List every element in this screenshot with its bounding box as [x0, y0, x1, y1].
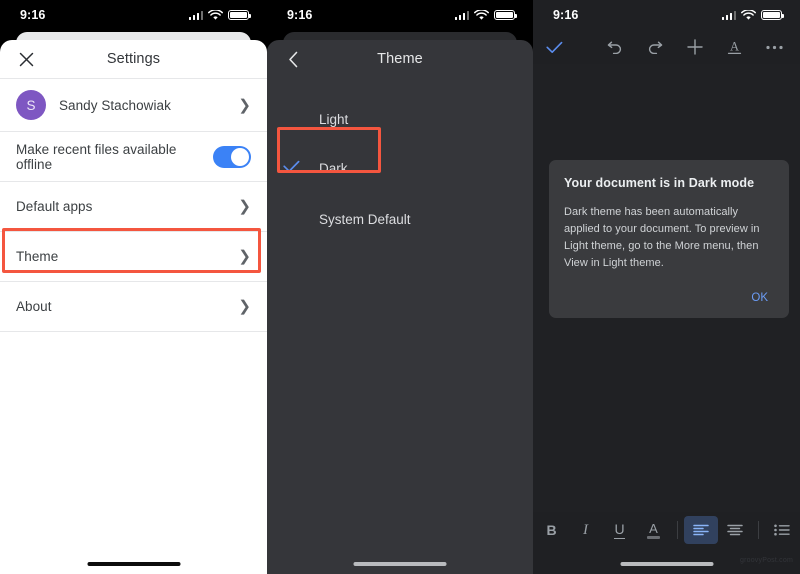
status-icons: [188, 9, 251, 21]
battery-icon: [494, 9, 517, 21]
redo-button[interactable]: [647, 40, 663, 54]
align-left-button[interactable]: [683, 516, 718, 544]
wifi-icon: [741, 9, 756, 20]
divider: [676, 521, 678, 539]
align-center-icon: [726, 524, 743, 536]
wifi-icon: [474, 9, 489, 20]
theme-option-dark[interactable]: Dark: [267, 144, 533, 192]
theme-option-light[interactable]: Light: [267, 96, 533, 142]
theme-option-label: Light: [319, 111, 349, 127]
status-clock: 9:16: [20, 8, 46, 22]
theme-sheet: Theme Light Dark System Default: [267, 40, 533, 574]
settings-header: Settings: [0, 40, 267, 78]
panel-settings: 9:16 Settings S Sandy Stachowiak ❯ Make …: [0, 0, 267, 574]
cellular-signal-icon: [454, 10, 469, 20]
align-left-icon: [692, 524, 709, 536]
avatar: S: [16, 90, 46, 120]
check-icon: [546, 41, 563, 54]
theme-title: Theme: [377, 51, 423, 67]
back-button[interactable]: [277, 40, 309, 78]
undo-icon: [607, 41, 622, 54]
more-options-button[interactable]: [766, 45, 783, 50]
chevron-right-icon: ❯: [238, 198, 251, 215]
wifi-icon: [208, 9, 223, 20]
bulleted-list-button[interactable]: [765, 516, 799, 544]
bulleted-list-icon: [773, 524, 790, 536]
document-toolbar: A: [533, 30, 800, 64]
close-button[interactable]: [10, 40, 42, 78]
screenshot-root: 9:16 Settings S Sandy Stachowiak ❯ Make …: [0, 0, 800, 574]
home-indicator: [353, 562, 447, 566]
italic-button[interactable]: I: [569, 516, 603, 544]
text-format-icon: A: [727, 40, 742, 54]
settings-title: Settings: [106, 51, 161, 67]
dialog-title: Your document is in Dark mode: [564, 176, 755, 190]
account-name: Sandy Stachowiak: [59, 97, 171, 113]
status-clock: 9:16: [553, 8, 579, 22]
redo-icon: [648, 41, 663, 54]
chevron-right-icon: ❯: [238, 96, 251, 114]
offline-files-toggle[interactable]: [212, 145, 251, 168]
bold-button[interactable]: B: [535, 516, 569, 544]
row-offline-files[interactable]: Make recent files available offline: [0, 132, 267, 181]
theme-header: Theme: [267, 40, 533, 78]
plus-icon: [687, 39, 703, 55]
row-label: Default apps: [16, 199, 93, 214]
text-color-glyph: A: [649, 520, 658, 536]
chevron-right-icon: ❯: [238, 298, 251, 315]
color-swatch: [647, 535, 660, 539]
watermark: groovyPost.com: [740, 557, 793, 564]
settings-sheet: Settings S Sandy Stachowiak ❯ Make recen…: [0, 40, 267, 574]
account-row[interactable]: S Sandy Stachowiak ❯: [0, 79, 267, 131]
status-bar-document: 9:16: [533, 0, 800, 30]
battery-icon: [228, 9, 251, 21]
status-icons: [454, 9, 517, 21]
dialog-ok-button[interactable]: OK: [745, 288, 774, 308]
underline-button[interactable]: U: [603, 516, 637, 544]
done-button[interactable]: [546, 41, 576, 54]
divider: [0, 331, 267, 332]
text-color-button[interactable]: A: [637, 516, 671, 544]
theme-option-label: System Default: [319, 211, 411, 227]
theme-option-system-default[interactable]: System Default: [267, 196, 533, 242]
dialog-body: Dark theme has been automatically applie…: [564, 206, 760, 270]
close-icon: [19, 52, 33, 66]
status-clock: 9:16: [287, 8, 313, 22]
undo-button[interactable]: [607, 40, 623, 54]
status-icons: [721, 9, 784, 21]
more-options-icon: [766, 45, 783, 49]
align-center-button[interactable]: [718, 516, 752, 544]
svg-text:A: A: [730, 40, 739, 54]
row-default-apps[interactable]: Default apps ❯: [0, 182, 267, 231]
panel-theme: 9:16 Theme Light Dark System Default: [267, 0, 533, 574]
row-label: About: [16, 299, 52, 314]
home-indicator: [620, 562, 713, 566]
cellular-signal-icon: [188, 10, 203, 20]
dark-mode-dialog: Your document is in Dark mode Dark theme…: [549, 160, 789, 319]
theme-option-label: Dark: [319, 160, 348, 176]
add-button[interactable]: [687, 39, 703, 55]
panel-document: 9:16 A Your document is in Dark mode Dar…: [533, 0, 800, 574]
cellular-signal-icon: [721, 10, 736, 20]
checkmark-icon: [283, 160, 319, 177]
home-indicator: [87, 562, 180, 566]
divider: [757, 521, 759, 539]
status-bar-settings: 9:16: [0, 0, 267, 30]
format-toolbar: B I U A: [533, 512, 800, 548]
row-about[interactable]: About ❯: [0, 282, 267, 331]
underline-glyph: U: [614, 521, 625, 539]
row-label: Theme: [16, 249, 59, 264]
battery-icon: [761, 9, 784, 21]
text-format-button[interactable]: A: [727, 39, 742, 55]
row-label: Make recent files available offline: [16, 141, 177, 172]
row-theme[interactable]: Theme ❯: [0, 232, 267, 281]
chevron-right-icon: ❯: [238, 248, 251, 265]
back-chevron-icon: [288, 51, 297, 67]
status-bar-theme: 9:16: [267, 0, 533, 30]
